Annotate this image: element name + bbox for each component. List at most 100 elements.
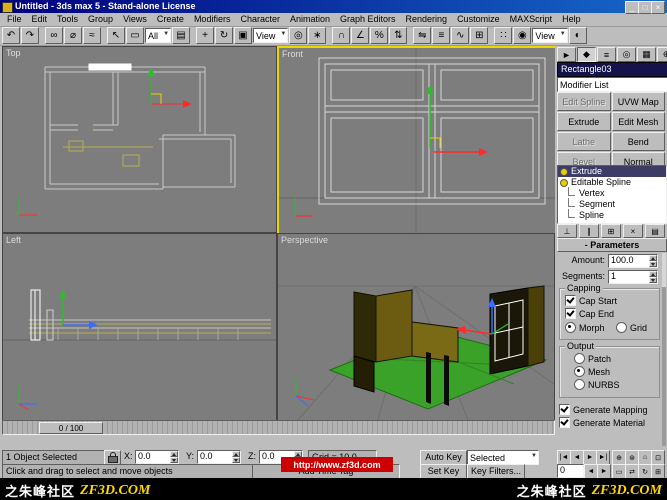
viewport-front-active[interactable]: Front bbox=[277, 46, 557, 235]
prev-key-icon[interactable]: ◄ bbox=[584, 464, 598, 479]
menu-file[interactable]: File bbox=[2, 13, 27, 26]
menu-character[interactable]: Character bbox=[235, 13, 285, 26]
selected-spline-segment[interactable] bbox=[89, 64, 131, 70]
cap-start-checkbox[interactable]: Cap Start bbox=[565, 295, 617, 306]
select-and-manipulate-icon[interactable]: ∗ bbox=[308, 27, 326, 44]
viewport-left-label[interactable]: Left bbox=[6, 235, 21, 245]
region-zoom-icon[interactable]: ▭ bbox=[612, 464, 626, 479]
morph-radio[interactable]: Morph bbox=[565, 322, 605, 333]
edit-mesh-button[interactable]: Edit Mesh bbox=[612, 112, 666, 131]
grid-radio[interactable]: Grid bbox=[616, 322, 647, 333]
display-tab-icon[interactable]: ▦ bbox=[637, 47, 656, 62]
set-key-button[interactable]: Set Key bbox=[420, 464, 467, 479]
min-max-toggle-icon[interactable]: ⊞ bbox=[651, 464, 665, 479]
render-scene-icon[interactable]: ◉ bbox=[513, 27, 531, 44]
amount-spinner[interactable] bbox=[649, 255, 657, 267]
menu-rendering[interactable]: Rendering bbox=[401, 13, 453, 26]
align-icon[interactable]: ≡ bbox=[432, 27, 450, 44]
spinner-snap-icon[interactable]: ⇅ bbox=[389, 27, 407, 44]
unlink-selection-icon[interactable]: ⌀ bbox=[64, 27, 82, 44]
checkbox-icon[interactable] bbox=[559, 417, 570, 428]
viewport-top-label[interactable]: Top bbox=[6, 48, 21, 58]
segments-value[interactable]: 1 bbox=[609, 271, 649, 283]
snap-toggle-icon[interactable]: ∩ bbox=[332, 27, 350, 44]
uvw-map-button[interactable]: UVW Map bbox=[612, 92, 666, 111]
timeline-track[interactable]: 0 / 100 bbox=[2, 420, 555, 435]
hierarchy-tab-icon[interactable]: ≡ bbox=[597, 47, 616, 62]
viewport-perspective[interactable]: Perspective bbox=[277, 233, 555, 421]
utilities-tab-icon[interactable]: ⊕ bbox=[657, 47, 667, 62]
viewport-left[interactable]: Left bbox=[2, 233, 277, 421]
radio-icon[interactable] bbox=[574, 353, 585, 364]
window-frame-splines[interactable] bbox=[319, 58, 545, 204]
angle-snap-icon[interactable]: ∠ bbox=[351, 27, 369, 44]
play-icon[interactable]: ► bbox=[583, 450, 597, 465]
zoom-extents-icon[interactable]: ⌂ bbox=[638, 450, 652, 465]
select-and-move-icon[interactable]: + bbox=[196, 27, 214, 44]
spline-profile[interactable] bbox=[47, 310, 53, 340]
viewport-top[interactable]: Top bbox=[2, 46, 277, 233]
front-viewport-canvas[interactable] bbox=[279, 48, 555, 233]
stack-item-spline[interactable]: Spline bbox=[558, 210, 666, 221]
edit-spline-button[interactable]: Edit Spline bbox=[557, 92, 611, 111]
amount-field[interactable]: 100.0 bbox=[608, 254, 658, 268]
menu-help[interactable]: Help bbox=[557, 13, 586, 26]
select-by-name-icon[interactable]: ▤ bbox=[172, 27, 190, 44]
segments-field[interactable]: 1 bbox=[608, 270, 658, 284]
move-gizmo[interactable] bbox=[59, 290, 98, 329]
redo-icon[interactable]: ↷ bbox=[21, 27, 39, 44]
radio-icon[interactable] bbox=[574, 366, 585, 377]
quick-render-icon[interactable]: ◐ bbox=[569, 27, 587, 44]
key-filter-selected-dropdown[interactable]: Selected bbox=[467, 450, 539, 465]
generate-material-checkbox[interactable]: Generate Material bbox=[559, 417, 645, 428]
create-tab-icon[interactable]: ► bbox=[557, 47, 576, 62]
visibility-bulb-icon[interactable] bbox=[560, 168, 568, 176]
pin-stack-icon[interactable]: ⊥ bbox=[557, 224, 577, 238]
perspective-viewport-canvas[interactable] bbox=[278, 234, 554, 420]
reference-coordinate-dropdown[interactable]: View bbox=[253, 28, 288, 43]
extrude-button[interactable]: Extrude bbox=[557, 112, 611, 131]
selection-filter-dropdown[interactable]: All bbox=[145, 28, 171, 43]
move-gizmo[interactable] bbox=[147, 68, 192, 108]
current-time-field[interactable]: 0 bbox=[557, 464, 584, 478]
bind-to-space-warp-icon[interactable]: ≈ bbox=[83, 27, 101, 44]
visibility-bulb-icon[interactable] bbox=[560, 179, 568, 187]
use-center-icon[interactable]: ◎ bbox=[289, 27, 307, 44]
zoom-icon[interactable]: ⊕ bbox=[612, 450, 626, 465]
mesh-radio[interactable]: Mesh bbox=[574, 366, 610, 377]
mirror-icon[interactable]: ⇋ bbox=[413, 27, 431, 44]
y-coord-value[interactable]: 0.0 bbox=[198, 451, 232, 463]
menu-graph-editors[interactable]: Graph Editors bbox=[335, 13, 401, 26]
nurbs-radio[interactable]: NURBS bbox=[574, 379, 620, 390]
top-viewport-canvas[interactable] bbox=[3, 47, 276, 232]
x-coord-field[interactable]: 0.0 bbox=[135, 450, 179, 464]
menu-customize[interactable]: Customize bbox=[452, 13, 505, 26]
radio-icon[interactable] bbox=[565, 322, 576, 333]
prev-frame-icon[interactable]: ◄ bbox=[570, 450, 584, 465]
make-unique-icon[interactable]: ⊞ bbox=[601, 224, 621, 238]
cap-end-checkbox[interactable]: Cap End bbox=[565, 308, 614, 319]
current-time-value[interactable]: 0 bbox=[558, 465, 583, 477]
floor-plan-walls[interactable] bbox=[45, 67, 235, 189]
show-end-result-icon[interactable]: ∥ bbox=[579, 224, 599, 238]
checkbox-icon[interactable] bbox=[559, 404, 570, 415]
lathe-button[interactable]: Lathe bbox=[557, 132, 611, 151]
panel-scrollbar[interactable] bbox=[662, 253, 666, 446]
configure-stack-icon[interactable]: ▤ bbox=[645, 224, 665, 238]
schematic-view-icon[interactable]: ⊞ bbox=[470, 27, 488, 44]
segments-spinner[interactable] bbox=[649, 271, 657, 283]
undo-icon[interactable]: ↶ bbox=[2, 27, 20, 44]
go-to-end-icon[interactable]: ►| bbox=[596, 450, 610, 465]
amount-value[interactable]: 100.0 bbox=[609, 255, 649, 267]
select-and-rotate-icon[interactable]: ↻ bbox=[215, 27, 233, 44]
menu-create[interactable]: Create bbox=[152, 13, 189, 26]
parameters-rollout-header[interactable]: - Parameters bbox=[557, 238, 667, 252]
stack-item-extrude[interactable]: Extrude bbox=[558, 166, 666, 177]
menu-views[interactable]: Views bbox=[118, 13, 152, 26]
render-type-dropdown[interactable]: View bbox=[532, 28, 567, 43]
menu-tools[interactable]: Tools bbox=[52, 13, 83, 26]
modifier-list-dropdown[interactable]: Modifier List bbox=[557, 77, 667, 92]
pan-icon[interactable]: ⇄ bbox=[625, 464, 639, 479]
x-spinner[interactable] bbox=[170, 451, 178, 463]
next-key-icon[interactable]: ► bbox=[597, 464, 611, 479]
